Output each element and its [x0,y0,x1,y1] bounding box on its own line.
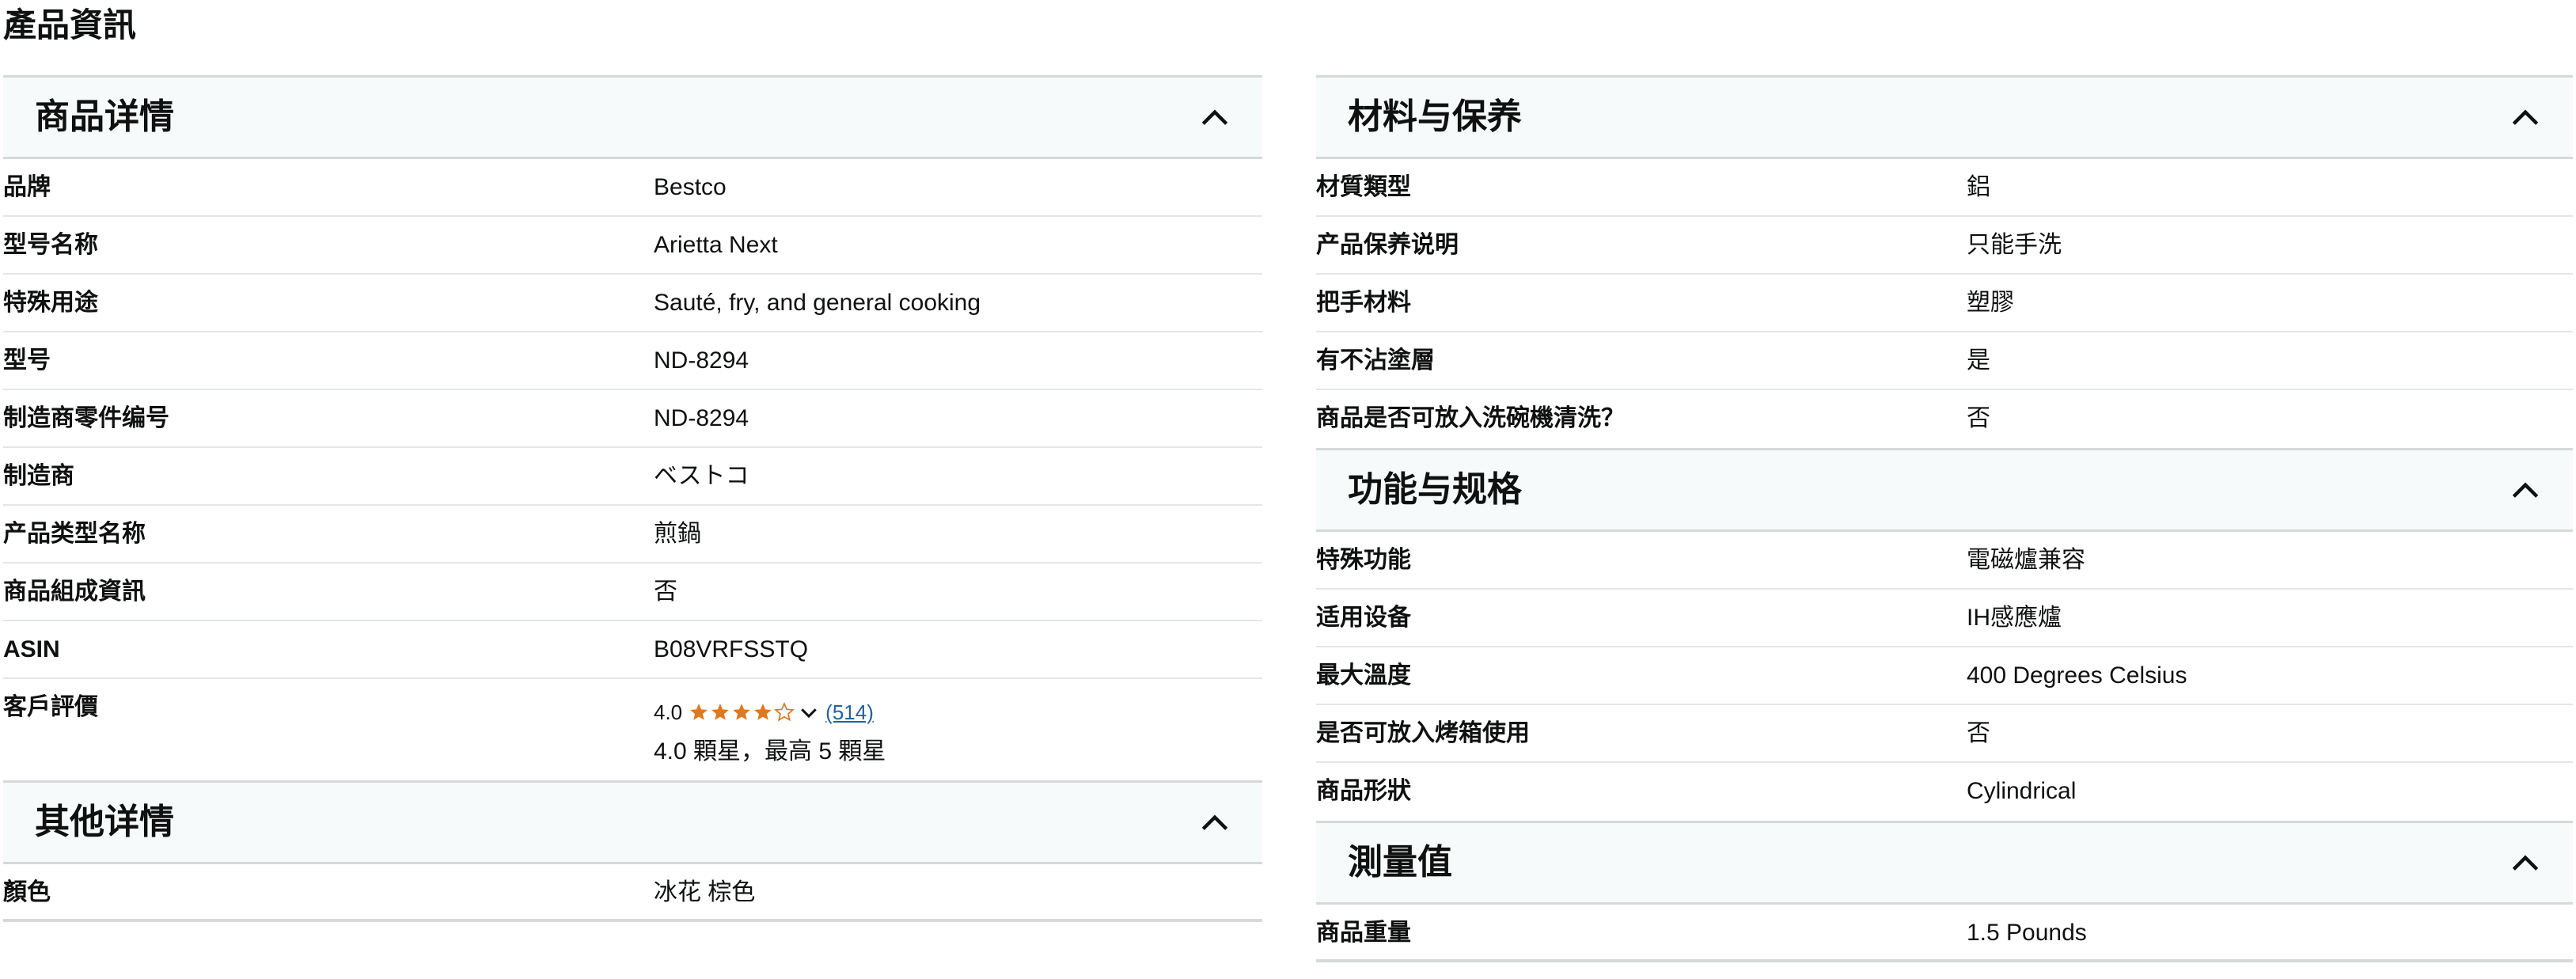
row-value: 煎鍋 [654,521,701,547]
star-icon [711,704,729,720]
row-label: 制造商零件编号 [3,405,169,431]
row-label: ASIN [3,636,60,662]
row-label: 适用设备 [1316,605,1411,631]
star-empty-icon [774,702,795,722]
chevron-down-icon[interactable] [797,700,821,724]
table-row: 顏色 冰花 棕色 [3,864,1262,922]
row-value: Arietta Next [654,232,778,258]
rating-summary: 4.0 (514) [654,696,874,728]
row-label: 特殊功能 [1316,547,1411,573]
row-value: 電磁爐兼容 [1967,547,2085,573]
section-title: 測量值 [1348,843,1452,882]
row-label: 商品是否可放入洗碗機清洗？ [1316,405,1625,431]
row-value: 鋁 [1967,174,1990,200]
row-label: 有不沾塗層 [1316,347,1435,374]
right-column: 材料与保养 材質類型 鋁 产品保养说明 只能手洗 把手材料 塑膠 有不沾塗層 是… [1316,75,2573,962]
left-column: 商品详情 品牌 Bestco 型号名称 Arietta Next 特殊用途 Sa… [3,75,1262,922]
star-icon [690,704,708,720]
rating-count-link[interactable]: (514) [825,700,874,725]
row-label: 材質類型 [1316,174,1411,200]
row-label: 型号名称 [3,232,98,258]
row-value: IH感應爐 [1967,605,2062,631]
row-value: 否 [654,579,677,605]
row-label: 把手材料 [1316,290,1411,316]
section-title: 材料与保养 [1348,97,1522,136]
table-row: 商品形狀 Cylindrical [1316,763,2573,821]
table-row: 特殊用途 Sauté, fry, and general cooking [3,275,1262,332]
row-value: B08VRFSSTQ [654,636,809,662]
chevron-up-icon[interactable] [1197,806,1232,840]
star-icon [733,704,750,720]
table-row: 产品保养说明 只能手洗 [1316,217,2573,275]
row-value: Sauté, fry, and general cooking [654,290,981,316]
row-label: 最大溫度 [1316,662,1411,689]
chevron-up-icon[interactable] [1197,101,1232,135]
section-header-materials[interactable]: 材料与保养 [1316,75,2573,159]
rating-text: 4.0 顆星，最高 5 顆星 [654,738,886,765]
row-value: 冰花 棕色 [654,879,756,905]
table-row: 产品类型名称 煎鍋 [3,506,1262,563]
table-row: 品牌 Bestco [3,159,1262,217]
row-label: 产品类型名称 [3,521,146,547]
row-value: Cylindrical [1967,778,2077,804]
rating-row: 客戶評價 4.0 (514) 4.0 顆星，最高 5 顆星 [3,679,1262,780]
table-row: 适用设备 IH感應爐 [1316,590,2573,647]
table-row: 把手材料 塑膠 [1316,275,2573,332]
row-value: ND-8294 [654,347,749,374]
row-value: ベストコ [654,463,749,489]
table-row: 最大溫度 400 Degrees Celsius [1316,647,2573,705]
row-label: 品牌 [3,174,51,200]
section-header-features[interactable]: 功能与规格 [1316,448,2573,532]
row-label: 客戶評價 [3,694,98,720]
table-row: 有不沾塗層 是 [1316,332,2573,390]
row-label: 商品組成資訊 [3,579,146,605]
row-value: ND-8294 [654,405,749,431]
star-rating[interactable] [689,702,795,723]
row-label: 商品重量 [1316,920,1411,946]
row-value: 塑膠 [1967,290,2014,316]
row-label: 顏色 [3,879,51,905]
row-label: 型号 [3,347,51,374]
section-header-other[interactable]: 其他详情 [3,780,1262,864]
row-value: 只能手洗 [1967,232,2062,258]
chevron-up-icon[interactable] [2508,846,2543,881]
section-header-details[interactable]: 商品详情 [3,75,1262,159]
row-value: 否 [1967,405,1990,431]
table-row: 型号名称 Arietta Next [3,217,1262,275]
rating-score: 4.0 [654,700,683,724]
row-value: 否 [1967,720,1990,746]
row-label: 商品形狀 [1316,778,1411,804]
row-value: 是 [1967,347,1990,374]
table-row: 商品重量 1.5 Pounds [1316,905,2573,962]
chevron-up-icon[interactable] [2508,101,2543,135]
table-row: 型号 ND-8294 [3,332,1262,390]
table-row: 商品是否可放入洗碗機清洗？ 否 [1316,390,2573,448]
chevron-up-icon[interactable] [2508,473,2543,508]
row-value: 1.5 Pounds [1967,920,2087,946]
section-title: 其他详情 [35,803,174,841]
table-row: 特殊功能 電磁爐兼容 [1316,532,2573,590]
row-label: 是否可放入烤箱使用 [1316,720,1530,746]
table-row: 是否可放入烤箱使用 否 [1316,705,2573,763]
table-row: ASIN B08VRFSSTQ [3,621,1262,679]
section-title: 商品详情 [35,97,174,136]
row-value: 400 Degrees Celsius [1967,662,2187,689]
table-row: 制造商 ベストコ [3,448,1262,506]
table-row: 商品組成資訊 否 [3,563,1262,621]
section-header-measurements[interactable]: 測量值 [1316,821,2573,905]
row-label: 产品保养说明 [1316,232,1459,258]
row-label: 特殊用途 [3,290,98,316]
page-title: 產品資訊 [3,6,137,44]
table-row: 材質類型 鋁 [1316,159,2573,217]
table-row: 制造商零件编号 ND-8294 [3,390,1262,448]
row-value: Bestco [654,174,727,200]
row-label: 制造商 [3,463,74,489]
section-title: 功能与规格 [1348,470,1522,509]
star-icon [754,704,772,720]
